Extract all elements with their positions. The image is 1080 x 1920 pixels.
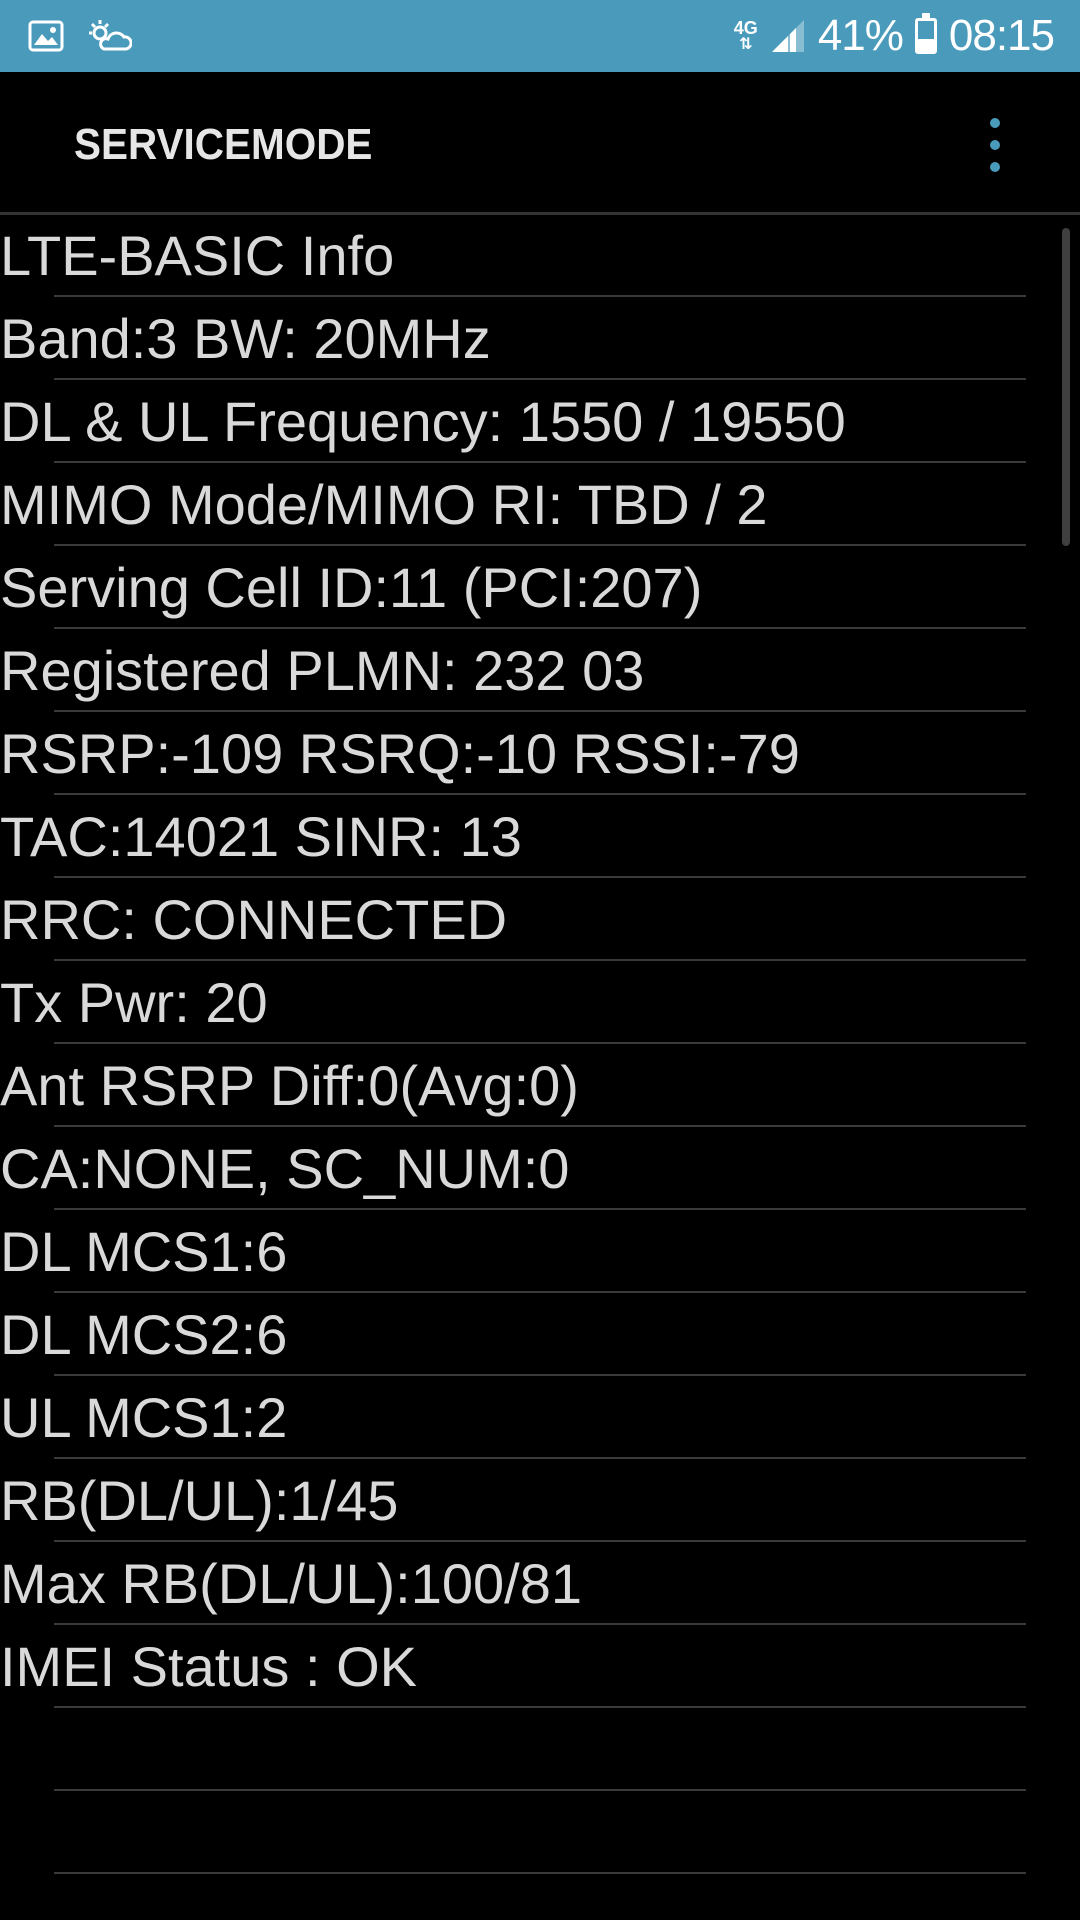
scrollbar[interactable] xyxy=(1062,228,1070,546)
list-item[interactable]: UL MCS1:2 xyxy=(0,1376,1080,1459)
page-title: SERVICEMODE xyxy=(74,120,373,169)
list-item[interactable]: RRC: CONNECTED xyxy=(0,878,1080,961)
list-item-text: IMEI Status : OK xyxy=(0,1635,418,1698)
list-item-text: Registered PLMN: 232 03 xyxy=(0,639,645,702)
list-item[interactable] xyxy=(0,1791,1080,1874)
status-left-icons xyxy=(28,16,132,56)
list-item-text: DL MCS2:6 xyxy=(0,1303,288,1366)
list-item-text: DL MCS1:6 xyxy=(0,1220,288,1283)
list-item-text: RRC: CONNECTED xyxy=(0,888,508,951)
app-bar: SERVICEMODE xyxy=(0,72,1080,215)
list-item[interactable]: MIMO Mode/MIMO RI: TBD / 2 xyxy=(0,463,1080,546)
list-item-text: UL MCS1:2 xyxy=(0,1386,288,1449)
list-item[interactable]: Tx Pwr: 20 xyxy=(0,961,1080,1044)
status-right-icons: 4G ⇅ 41% 08:15 xyxy=(734,10,1055,62)
list-item[interactable]: Serving Cell ID:11 (PCI:207) xyxy=(0,546,1080,629)
list-item[interactable]: LTE-BASIC Info xyxy=(0,214,1080,297)
list-item[interactable]: Band:3 BW: 20MHz xyxy=(0,297,1080,380)
clock: 08:15 xyxy=(948,11,1055,60)
battery-icon xyxy=(914,13,937,54)
list-item[interactable]: CA:NONE, SC_NUM:0 xyxy=(0,1127,1080,1210)
weather-icon xyxy=(89,20,132,51)
list-item[interactable]: IMEI Status : OK xyxy=(0,1625,1080,1708)
status-bar: 4G ⇅ 41% 08:15 xyxy=(0,0,1080,72)
divider xyxy=(54,1872,1026,1874)
list-item[interactable]: Max RB(DL/UL):100/81 xyxy=(0,1542,1080,1625)
list-item-text: Max RB(DL/UL):100/81 xyxy=(0,1552,583,1615)
list-item[interactable]: TAC:14021 SINR: 13 xyxy=(0,795,1080,878)
signal-strength-icon xyxy=(771,20,804,52)
list-item-text: Ant RSRP Diff:0(Avg:0) xyxy=(0,1054,579,1117)
more-vert-icon xyxy=(990,118,1000,128)
list-item-text: RB(DL/UL):1/45 xyxy=(0,1469,399,1532)
list-item-text: TAC:14021 SINR: 13 xyxy=(0,805,522,868)
list-item-text: Tx Pwr: 20 xyxy=(0,971,268,1034)
list-item-text: Band:3 BW: 20MHz xyxy=(0,307,491,370)
data-activity-arrows: ⇅ xyxy=(739,36,753,53)
list-item-text: Serving Cell ID:11 (PCI:207) xyxy=(0,556,703,619)
network-type-icon: 4G ⇅ xyxy=(734,19,758,53)
list-item-text: MIMO Mode/MIMO RI: TBD / 2 xyxy=(0,473,768,536)
list-item[interactable]: DL MCS2:6 xyxy=(0,1293,1080,1376)
list-item-text: CA:NONE, SC_NUM:0 xyxy=(0,1137,570,1200)
list-item[interactable]: DL & UL Frequency: 1550 / 19550 xyxy=(0,380,1080,463)
list-item[interactable]: DL MCS1:6 xyxy=(0,1210,1080,1293)
list-item[interactable]: Ant RSRP Diff:0(Avg:0) xyxy=(0,1044,1080,1127)
list-item-text: RSRP:-109 RSRQ:-10 RSSI:-79 xyxy=(0,722,800,785)
list-item[interactable] xyxy=(0,1708,1080,1791)
list-item[interactable]: RSRP:-109 RSRQ:-10 RSSI:-79 xyxy=(0,712,1080,795)
list-item[interactable]: Registered PLMN: 232 03 xyxy=(0,629,1080,712)
info-list[interactable]: LTE-BASIC Info Band:3 BW: 20MHz DL & UL Fr… xyxy=(0,214,1080,1920)
list-item-text: LTE-BASIC Info xyxy=(0,224,395,287)
list-item[interactable]: RB(DL/UL):1/45 xyxy=(0,1459,1080,1542)
network-type-label: 4G xyxy=(733,18,758,38)
image-icon xyxy=(28,20,64,52)
battery-percentage: 41% xyxy=(817,11,904,60)
list-item-text: DL & UL Frequency: 1550 / 19550 xyxy=(0,390,846,453)
battery-fill xyxy=(917,38,934,51)
more-options-button[interactable] xyxy=(980,118,1010,172)
